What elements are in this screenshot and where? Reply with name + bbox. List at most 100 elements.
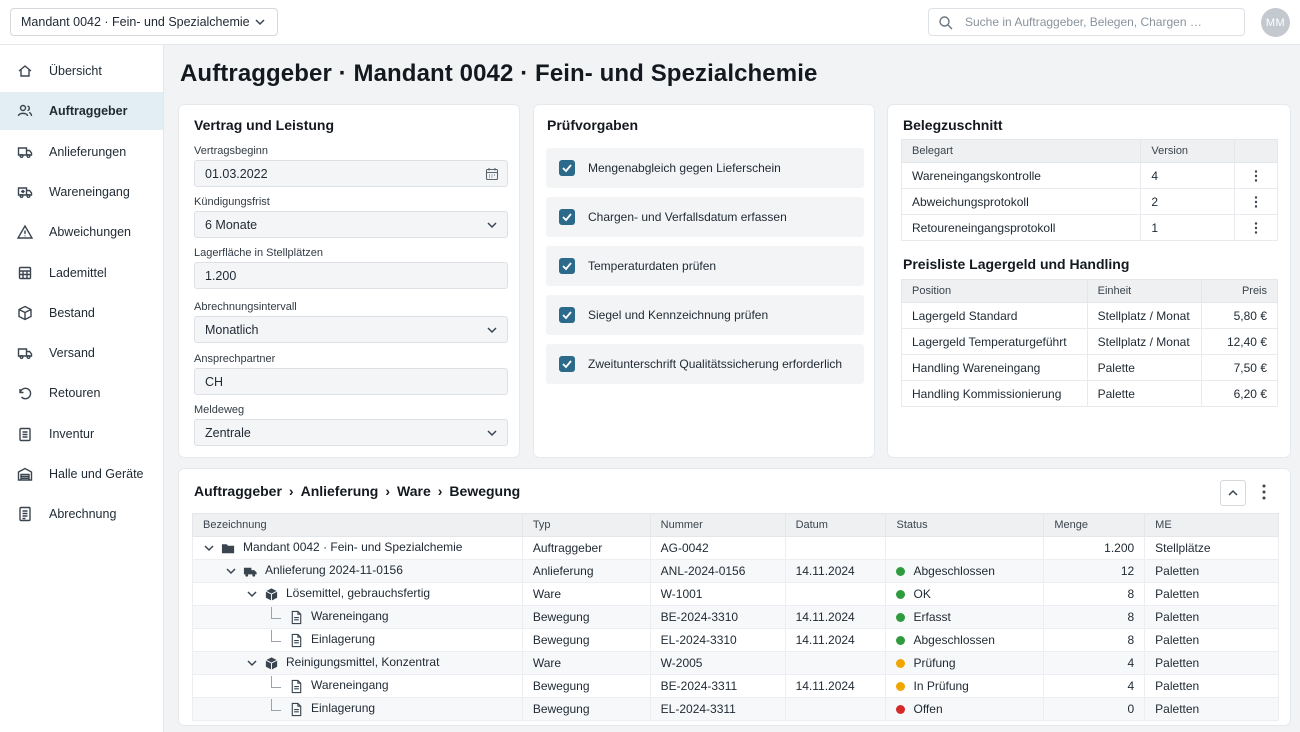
top-bar: Mandant 0042 · Fein- und Spezialchemie S… [0, 0, 1300, 45]
inspection-rule-checkbox[interactable]: Chargen- und Verfallsdatum erfassen [546, 197, 864, 237]
chevron-down-icon[interactable] [203, 542, 215, 554]
unit-cell: Paletten [1144, 605, 1279, 629]
table-row[interactable]: Wareneingangskontrolle 4 [900, 162, 1278, 189]
sidebar-item-label: Wareneingang [49, 184, 130, 199]
shipping-icon [17, 345, 33, 361]
table-row[interactable]: Abweichungsprotokoll 2 [900, 188, 1278, 215]
tree-row[interactable]: Einlagerung Bewegung EL-2024-3311 Offen 0 Pal… [192, 697, 1279, 721]
calendar-icon[interactable] [485, 167, 499, 181]
tree-row[interactable]: Wareneingang Bewegung BE-2024-3310 14.11.20… [192, 605, 1279, 629]
more-options-icon[interactable] [1257, 482, 1271, 502]
unit-cell: Paletten [1144, 628, 1279, 652]
inspection-rule-checkbox[interactable]: Zweitunterschrift Qualitätssicherung erf… [546, 344, 864, 384]
tree-row[interactable]: Einlagerung Bewegung EL-2024-3310 14.11.202… [192, 628, 1279, 652]
document-version: 1 [1140, 214, 1236, 241]
hierarchy-table: Bezeichnung Typ Nummer Datum Status Meng… [192, 513, 1279, 721]
box-icon [265, 588, 278, 601]
sidebar-item-wareneingang[interactable]: Wareneingang [0, 173, 163, 211]
checkbox-checked-icon[interactable] [559, 160, 575, 176]
sidebar-item-auftraggeber[interactable]: Auftraggeber [0, 92, 163, 131]
chevron-down-icon[interactable] [246, 588, 258, 600]
status-cell: Offen [885, 697, 1045, 721]
select-field[interactable]: 6 Monate [194, 211, 508, 238]
sidebar-item-abrechnung[interactable]: Abrechnung [0, 495, 163, 533]
breadcrumb-item[interactable]: Auftraggeber [194, 483, 282, 499]
unit-cell: Paletten [1144, 697, 1279, 721]
search-input[interactable]: Suche in Auftraggeber, Belegen, Chargen … [928, 8, 1245, 36]
sidebar-item-inventur[interactable]: Inventur [0, 415, 163, 453]
breadcrumb-item[interactable]: Bewegung [449, 483, 520, 499]
table-row[interactable]: Handling Kommissionierung Palette 6,20 € [901, 380, 1279, 407]
tree-row[interactable]: Wareneingang Bewegung BE-2024-3311 14.11.20… [192, 674, 1279, 698]
documents-card: Belegzuschnitt Belegart Version Warenein… [887, 104, 1291, 458]
sidebar-item-halle-und-geräte[interactable]: Halle und Geräte [0, 455, 163, 493]
tree-connector [271, 607, 281, 620]
checkbox-label: Mengenabgleich gegen Lieferschein [588, 161, 781, 175]
document-type: Retoureneingangsprotokoll [900, 214, 1142, 241]
price-unit: Stellplatz / Monat [1086, 302, 1202, 329]
home-icon [17, 63, 33, 79]
table-row[interactable]: Retoureneingangsprotokoll 1 [900, 214, 1278, 241]
breadcrumb-item[interactable]: Anlieferung [301, 483, 379, 499]
users-icon [17, 103, 33, 119]
field-value: Zentrale [205, 425, 251, 440]
inspection-rules-card: Prüfvorgaben Mengenabgleich gegen Liefer… [533, 104, 875, 458]
sidebar-item-label: Auftraggeber [49, 104, 128, 119]
price-unit: Palette [1086, 354, 1202, 381]
tree-row[interactable]: Anlieferung 2024-11-0156 Anlieferung ANL-2… [192, 559, 1279, 583]
tree-name-cell: Mandant 0042 · Fein- und Spezialchemie [192, 536, 523, 560]
status-dot [896, 705, 906, 715]
field-label: Vertragsbeginn [194, 145, 268, 157]
table-row[interactable]: Lagergeld Temperaturgeführt Stellplatz / … [901, 328, 1279, 355]
tree-node-label: Anlieferung 2024-11-0156 [265, 563, 403, 578]
text-field[interactable]: CH [194, 368, 508, 395]
status-cell: Prüfung [885, 651, 1045, 675]
contract-card-title: Vertrag und Leistung [194, 117, 335, 133]
col-position: Position [901, 279, 1088, 303]
inspection-rule-checkbox[interactable]: Temperaturdaten prüfen [546, 246, 864, 286]
tree-row[interactable]: Mandant 0042 · Fein- und Spezialchemie Au… [192, 536, 1279, 560]
select-field[interactable]: Zentrale [194, 419, 508, 446]
more-options-icon[interactable] [1249, 195, 1263, 209]
text-field[interactable]: 1.200 [194, 262, 508, 289]
tenant-selector[interactable]: Mandant 0042 · Fein- und Spezialchemie [10, 8, 278, 36]
table-row[interactable]: Lagergeld Standard Stellplatz / Monat 5,80… [901, 302, 1279, 329]
select-field[interactable]: Monatlich [194, 316, 508, 343]
checkbox-checked-icon[interactable] [559, 258, 575, 274]
more-options-icon[interactable] [1249, 169, 1263, 183]
tree-row[interactable]: Reinigungsmittel, Konzentrat Ware W-2005 Pr… [192, 651, 1279, 675]
sidebar-item-anlieferungen[interactable]: Anlieferungen [0, 133, 163, 171]
user-avatar[interactable]: MM [1261, 8, 1290, 37]
quantity-cell: 0 [1043, 697, 1146, 721]
sidebar-item-retouren[interactable]: Retouren [0, 374, 163, 412]
checkbox-checked-icon[interactable] [559, 356, 575, 372]
tree-node-label: Wareneingang [311, 678, 389, 693]
more-options-icon[interactable] [1249, 221, 1263, 235]
col-datum: Datum [784, 513, 887, 537]
inspection-rule-checkbox[interactable]: Siegel und Kennzeichnung prüfen [546, 295, 864, 335]
tree-row[interactable]: Lösemittel, gebrauchsfertig Ware W-1001 OK 8… [192, 582, 1279, 606]
number-cell: EL-2024-3310 [649, 628, 786, 652]
sidebar-item-bestand[interactable]: Bestand [0, 294, 163, 332]
chevron-down-icon[interactable] [246, 657, 258, 669]
date-field[interactable]: 01.03.2022 [194, 160, 508, 187]
table-row[interactable]: Handling Wareneingang Palette 7,50 € [901, 354, 1279, 381]
sidebar-item-abweichungen[interactable]: Abweichungen [0, 213, 163, 251]
truck-icon [243, 567, 257, 577]
sidebar-item-versand[interactable]: Versand [0, 334, 163, 372]
documents-table: Belegart Version Wareneingangskontrolle 4… [900, 139, 1278, 241]
checkbox-checked-icon[interactable] [559, 209, 575, 225]
chevron-down-icon[interactable] [225, 565, 237, 577]
tree-node-label: Reinigungsmittel, Konzentrat [286, 655, 440, 670]
date-cell: 14.11.2024 [784, 559, 887, 583]
inspection-rule-checkbox[interactable]: Mengenabgleich gegen Lieferschein [546, 148, 864, 188]
col-status: Status [885, 513, 1045, 537]
sidebar-item-übersicht[interactable]: Übersicht [0, 52, 163, 90]
sidebar-item-lademittel[interactable]: Lademittel [0, 254, 163, 292]
field-label: Ansprechpartner [194, 353, 276, 365]
status-cell: In Prüfung [885, 674, 1045, 698]
quantity-cell: 8 [1043, 582, 1146, 606]
checkbox-checked-icon[interactable] [559, 307, 575, 323]
collapse-button[interactable] [1220, 480, 1246, 506]
breadcrumb-item[interactable]: Ware [397, 483, 431, 499]
